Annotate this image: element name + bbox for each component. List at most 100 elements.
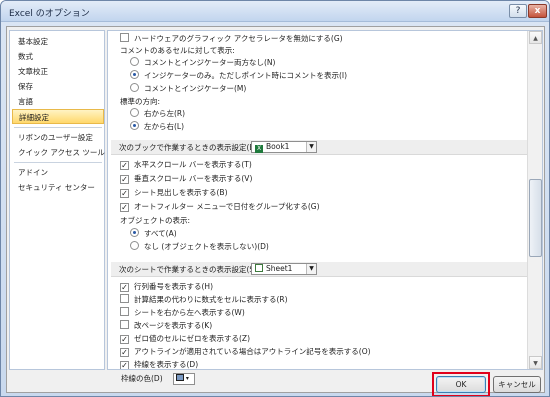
comment-header: コメントのあるセルに対して表示: [120,46,235,55]
sidebar-item-general[interactable]: 基本設定 [12,34,104,49]
objects-header: オブジェクトの表示: [120,216,191,225]
sidebar-item-addins[interactable]: アドイン [12,165,104,180]
direction-ltr-label: 左から右(L) [144,122,185,131]
direction-rtl-row[interactable]: 右から左(R) [130,108,185,120]
autofilter-row[interactable]: ✓ オートフィルター メニューで日付をグループ化する(G) [120,201,320,213]
sheet-tabs-label: シート見出しを表示する(B) [134,188,228,197]
objects-none-radio[interactable] [130,241,139,250]
chevron-down-icon: ▼ [306,264,316,274]
advanced-settings-panel: ハードウェアのグラフィック アクセラレータを無効にする(G) コメントのあるセル… [107,30,543,370]
scroll-thumb[interactable] [529,179,542,257]
title-bar: Excel のオプション ? x [1,1,549,22]
close-button[interactable]: x [528,4,547,18]
book-section-header: 次のブックで作業するときの表示設定(B): X Book1 ▼ [111,140,527,155]
sheet-section-header: 次のシートで作業するときの表示設定(S): Sheet1 ▼ [111,262,527,277]
comment-both-radio[interactable] [130,83,139,92]
direction-rtl-label: 右から左(R) [144,109,186,118]
zero-values-checkbox[interactable]: ✓ [120,335,129,344]
hscroll-row[interactable]: ✓ 水平スクロール バーを表示する(T) [120,159,252,171]
gridlines-checkbox[interactable]: ✓ [120,361,129,369]
direction-ltr-radio[interactable] [130,121,139,130]
vscroll-checkbox[interactable]: ✓ [120,175,129,184]
hw-accel-row[interactable]: ハードウェアのグラフィック アクセラレータを無効にする(G) [120,33,343,45]
formulas-row[interactable]: 計算結果の代わりに数式をセルに表示する(R) [120,294,288,306]
autofilter-label: オートフィルター メニューで日付をグループ化する(G) [134,202,320,211]
comment-indicator-label: インジケーターのみ。ただしポイント時にコメントを表示(I) [144,71,348,80]
headings-row[interactable]: ✓ 行列番号を表示する(H) [120,281,213,293]
rtl-sheet-row[interactable]: シートを右から左へ表示する(W) [120,307,245,319]
zero-values-row[interactable]: ✓ ゼロ値のセルにゼロを表示する(Z) [120,333,250,345]
direction-header: 標準の方向: [120,97,161,106]
hscroll-label: 水平スクロール バーを表示する(T) [134,160,252,169]
sidebar-item-formulas[interactable]: 数式 [12,49,104,64]
gridline-color-label: 枠線の色(D) [121,374,163,383]
formulas-label: 計算結果の代わりに数式をセルに表示する(R) [134,295,288,304]
sheet-icon [255,264,263,272]
vscroll-row[interactable]: ✓ 垂直スクロール バーを表示する(V) [120,173,252,185]
paint-bucket-icon [176,374,184,381]
page-breaks-row[interactable]: 改ページを表示する(K) [120,320,212,332]
headings-checkbox[interactable]: ✓ [120,283,129,292]
sidebar-item-advanced[interactable]: 詳細設定 [12,109,104,124]
ok-button[interactable]: OK [436,376,486,393]
sidebar-item-trust-center[interactable]: セキュリティ センター [12,180,104,195]
outline-checkbox[interactable]: ✓ [120,348,129,357]
hw-accel-label: ハードウェアのグラフィック アクセラレータを無効にする(G) [134,34,343,43]
vertical-scrollbar[interactable]: ▲ ▼ [527,31,542,369]
comment-indicator-radio[interactable] [130,70,139,79]
objects-all-label: すべて(A) [144,229,177,238]
cancel-button[interactable]: キャンセル [493,376,541,393]
outline-row[interactable]: ✓ アウトラインが適用されている場合はアウトライン記号を表示する(O) [120,346,371,358]
window-title: Excel のオプション [9,9,90,19]
gridline-color-row: 枠線の色(D) ▾ [121,373,211,385]
category-sidebar: 基本設定 数式 文章校正 保存 言語 詳細設定 リボンのユーザー設定 クイック … [9,30,122,370]
rtl-sheet-label: シートを右から左へ表示する(W) [134,308,245,317]
comment-both-row[interactable]: コメントとインジケーター(M) [130,83,246,95]
sheet-tabs-row[interactable]: ✓ シート見出しを表示する(B) [120,187,228,199]
hscroll-checkbox[interactable]: ✓ [120,161,129,170]
help-button[interactable]: ? [509,4,527,18]
page-breaks-checkbox[interactable] [120,320,129,329]
comment-none-label: コメントとインジケーター両方なし(N) [144,58,276,67]
zero-values-label: ゼロ値のセルにゼロを表示する(Z) [134,334,250,343]
rtl-sheet-checkbox[interactable] [120,307,129,316]
sheet-select[interactable]: Sheet1 ▼ [251,263,317,275]
dialog-body: 基本設定 数式 文章校正 保存 言語 詳細設定 リボンのユーザー設定 クイック … [6,26,545,396]
direction-rtl-radio[interactable] [130,108,139,117]
autofilter-checkbox[interactable]: ✓ [120,203,129,212]
comment-both-label: コメントとインジケーター(M) [144,84,247,93]
sidebar-divider [14,162,102,163]
outline-label: アウトラインが適用されている場合はアウトライン記号を表示する(O) [134,347,371,356]
book-select[interactable]: X Book1 ▼ [251,141,317,153]
gridlines-label: 枠線を表示する(D) [134,360,199,369]
sidebar-item-language[interactable]: 言語 [12,94,104,109]
comment-none-row[interactable]: コメントとインジケーター両方なし(N) [130,57,275,69]
scroll-down-icon[interactable]: ▼ [529,356,542,369]
sidebar-item-quick-access[interactable]: クイック アクセス ツール バー [12,145,122,160]
sidebar-divider [14,127,102,128]
sidebar-item-proofing[interactable]: 文章校正 [12,64,104,79]
objects-none-row[interactable]: なし (オブジェクトを表示しない)(D) [130,241,269,253]
gridlines-row[interactable]: ✓ 枠線を表示する(D) [120,359,199,369]
chevron-down-icon: ▼ [306,142,316,152]
options-dialog: Excel のオプション ? x 基本設定 数式 文章校正 保存 言語 詳細設定… [0,0,550,397]
book-section-label: 次のブックで作業するときの表示設定(B): [119,143,261,152]
objects-none-label: なし (オブジェクトを表示しない)(D) [144,242,269,251]
comment-none-radio[interactable] [130,57,139,66]
formulas-checkbox[interactable] [120,294,129,303]
direction-ltr-row[interactable]: 左から右(L) [130,121,184,133]
objects-all-radio[interactable] [130,228,139,237]
sidebar-item-customize-ribbon[interactable]: リボンのユーザー設定 [12,130,104,145]
sidebar-item-save[interactable]: 保存 [12,79,104,94]
page-breaks-label: 改ページを表示する(K) [134,321,213,330]
objects-all-row[interactable]: すべて(A) [130,228,177,240]
sheet-select-value: Sheet1 [266,264,293,273]
headings-label: 行列番号を表示する(H) [134,282,213,291]
comment-indicator-row[interactable]: インジケーターのみ。ただしポイント時にコメントを表示(I) [130,70,347,82]
gridline-color-picker[interactable]: ▾ [173,373,195,385]
hw-accel-checkbox[interactable] [120,33,129,42]
workbook-icon: X [255,145,263,153]
sheet-tabs-checkbox[interactable]: ✓ [120,189,129,198]
vscroll-label: 垂直スクロール バーを表示する(V) [134,174,253,183]
scroll-up-icon[interactable]: ▲ [529,31,542,44]
